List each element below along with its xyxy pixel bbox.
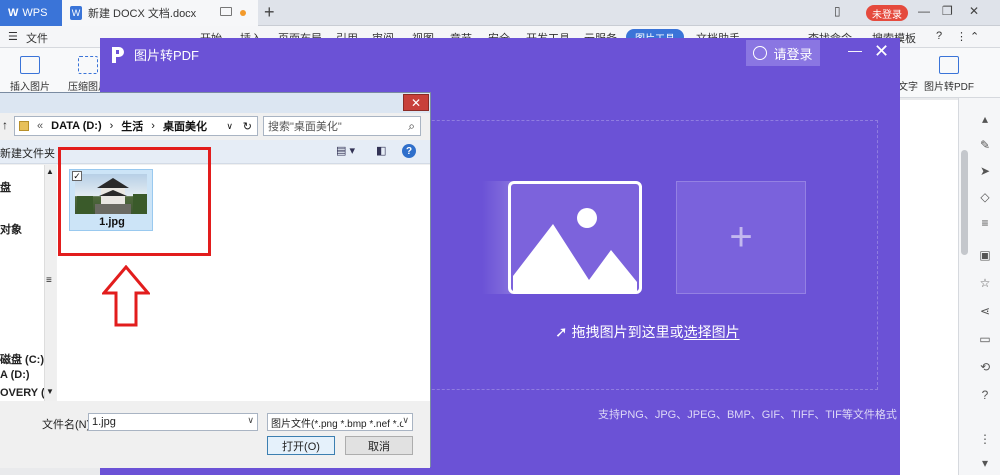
wps-logo-icon: W [8, 7, 19, 19]
search-icon[interactable]: ⌕ [408, 119, 415, 134]
image-icon [20, 56, 40, 74]
picture-icon[interactable]: ▣ [978, 248, 992, 262]
cursor-icon[interactable]: ➤ [978, 164, 992, 178]
filename-input[interactable]: 1.jpg ∨ [88, 413, 258, 431]
red-up-arrow-icon [102, 265, 150, 327]
modal-minimize-icon[interactable]: — [848, 42, 862, 58]
drag-hint-text: 拖拽图片到这里或 [571, 324, 684, 340]
breadcrumb-life[interactable]: 生活 [121, 118, 143, 134]
document-tab-label: 新建 DOCX 文档.docx [88, 8, 197, 20]
modal-close-icon[interactable]: ✕ [874, 41, 889, 62]
nav-item-disk[interactable]: 盘 [0, 179, 11, 195]
more-icon[interactable]: ⋮ [956, 30, 967, 43]
user-icon [753, 46, 768, 60]
filename-label: 文件名(N): [42, 419, 94, 431]
refresh-icon[interactable]: ↻ [243, 120, 252, 133]
dialog-footer: 文件名(N): 1.jpg ∨ 图片文件(*.png *.bmp *.nef *… [0, 402, 430, 468]
monitor-icon[interactable] [220, 7, 232, 16]
scroll-up-icon[interactable]: ▴ [978, 112, 992, 126]
view-options-icon[interactable]: ▤ ▾ [336, 144, 355, 157]
hamburger-icon[interactable]: ☰ [8, 30, 18, 43]
navigation-scrollbar[interactable]: ▲ ≡ ▼ [44, 165, 56, 401]
compress-icon [78, 56, 98, 74]
search-field[interactable]: 搜索"桌面美化" ⌕ [263, 116, 421, 136]
image-to-text-button[interactable]: 文字 [898, 56, 918, 93]
cursor-plus-icon: ➚ [555, 324, 568, 341]
history-icon[interactable]: ⟲ [978, 360, 992, 374]
nav-item-objects[interactable]: 对象 [0, 221, 22, 237]
breadcrumb-drive[interactable]: DATA (D:) [51, 120, 102, 132]
to-text-label: 文字 [898, 82, 918, 93]
supported-formats-text: 支持PNG、JPG、JPEG、BMP、GIF、TIFF、TIF等文件格式 [598, 409, 897, 421]
cancel-button[interactable]: 取消 [345, 436, 413, 455]
pen-icon[interactable]: ✎ [978, 138, 992, 152]
preview-pane-icon[interactable]: ◧ [376, 144, 386, 157]
menu-file[interactable]: 文件 [26, 30, 48, 46]
search-placeholder: 搜索"桌面美化" [268, 121, 342, 133]
vertical-scrollbar[interactable] [961, 150, 968, 255]
dialog-close-icon[interactable]: ✕ [403, 94, 429, 111]
dialog-title-bar [0, 93, 430, 113]
add-image-button[interactable]: + [676, 181, 806, 294]
login-label: 请登录 [773, 46, 813, 62]
image-to-pdf-button[interactable]: 图片转PDF [924, 56, 974, 93]
pdf-logo-icon [112, 46, 124, 63]
new-folder-button[interactable]: 新建文件夹 [0, 145, 55, 161]
select-image-link[interactable]: 选择图片 [684, 322, 740, 342]
title-bar: W WPS W 新建 DOCX 文档.docx + ▯ 未登录 — ❐ ✕ [0, 0, 1000, 26]
star-icon[interactable]: ☆ [978, 276, 992, 290]
file-type-dropdown-icon[interactable]: ∨ [402, 415, 409, 426]
file-type-value: 图片文件(*.png *.bmp *.nef *.c [271, 418, 405, 430]
insert-image-button[interactable]: 插入图片 [10, 56, 50, 93]
grid-handle-icon[interactable]: ⋮ [978, 432, 992, 446]
scroll-down-icon[interactable]: ▾ [978, 456, 992, 470]
scroll-down-arrow-icon[interactable]: ▼ [46, 387, 54, 396]
drag-hint: ➚ 拖拽图片到这里或 选择图片 [555, 322, 740, 342]
nav-item-drive-d[interactable]: A (D:) [0, 369, 30, 381]
restore-icon[interactable]: ❐ [942, 4, 953, 18]
share-icon[interactable]: ⋖ [978, 304, 992, 318]
word-doc-icon: W [70, 6, 82, 20]
unsaved-dot-icon [240, 10, 246, 16]
document-tab[interactable]: W 新建 DOCX 文档.docx [62, 0, 258, 26]
close-window-icon[interactable]: ✕ [969, 4, 979, 18]
highlight-box [58, 147, 211, 256]
folder-icon [19, 121, 29, 131]
scroll-up-arrow-icon[interactable]: ▲ [46, 167, 54, 176]
to-pdf-label: 图片转PDF [924, 82, 974, 93]
file-type-select[interactable]: 图片文件(*.png *.bmp *.nef *.c ∨ [267, 413, 413, 431]
up-arrow-icon[interactable]: ↑ [2, 118, 8, 132]
filename-value: 1.jpg [92, 416, 116, 428]
address-dropdown-icon[interactable]: ∨ [226, 121, 233, 132]
landscape-image-icon [513, 208, 637, 291]
breadcrumb-desktop[interactable]: 桌面美化 [163, 118, 207, 134]
address-bar[interactable]: « DATA (D:) › 生活 › 桌面美化 ∨ ↻ [14, 116, 258, 136]
help-icon[interactable]: ? [978, 388, 992, 402]
box-icon[interactable]: ▭ [978, 332, 992, 346]
modal-title-bar: 图片转PDF [110, 45, 199, 64]
nav-item-drive-c[interactable]: 磁盘 (C:) [0, 351, 44, 367]
shape-icon[interactable]: ◇ [978, 190, 992, 204]
login-button[interactable]: 请登录 [746, 40, 820, 66]
open-button[interactable]: 打开(O) [267, 436, 335, 455]
modal-title: 图片转PDF [134, 48, 200, 63]
navigation-pane: 盘 对象 磁盘 (C:) A (D:) OVERY (E: [0, 165, 56, 401]
image-placeholder-card[interactable] [508, 181, 642, 294]
insert-image-label: 插入图片 [10, 82, 50, 93]
new-tab-plus-icon[interactable]: + [264, 2, 275, 23]
filename-dropdown-icon[interactable]: ∨ [247, 415, 254, 426]
scroll-grip-icon[interactable]: ≡ [46, 275, 52, 286]
dialog-help-icon[interactable]: ? [402, 144, 416, 158]
settings-slider-icon[interactable]: ≡ [978, 216, 992, 230]
minimize-icon[interactable]: — [918, 4, 930, 18]
collapse-icon[interactable]: ⌃ [970, 30, 979, 43]
checkbox-checked-icon[interactable]: ✓ [72, 171, 82, 181]
pdf-icon [939, 56, 959, 74]
login-status-badge[interactable]: 未登录 [866, 5, 908, 21]
wps-home-tab[interactable]: W WPS [0, 0, 62, 26]
address-row: ↑ « DATA (D:) › 生活 › 桌面美化 ∨ ↻ 搜索"桌面美化" ⌕ [0, 115, 430, 137]
wps-tab-label: WPS [22, 7, 48, 19]
tablet-mode-icon[interactable]: ▯ [834, 4, 841, 18]
help-circle-icon[interactable]: ? [936, 30, 942, 42]
